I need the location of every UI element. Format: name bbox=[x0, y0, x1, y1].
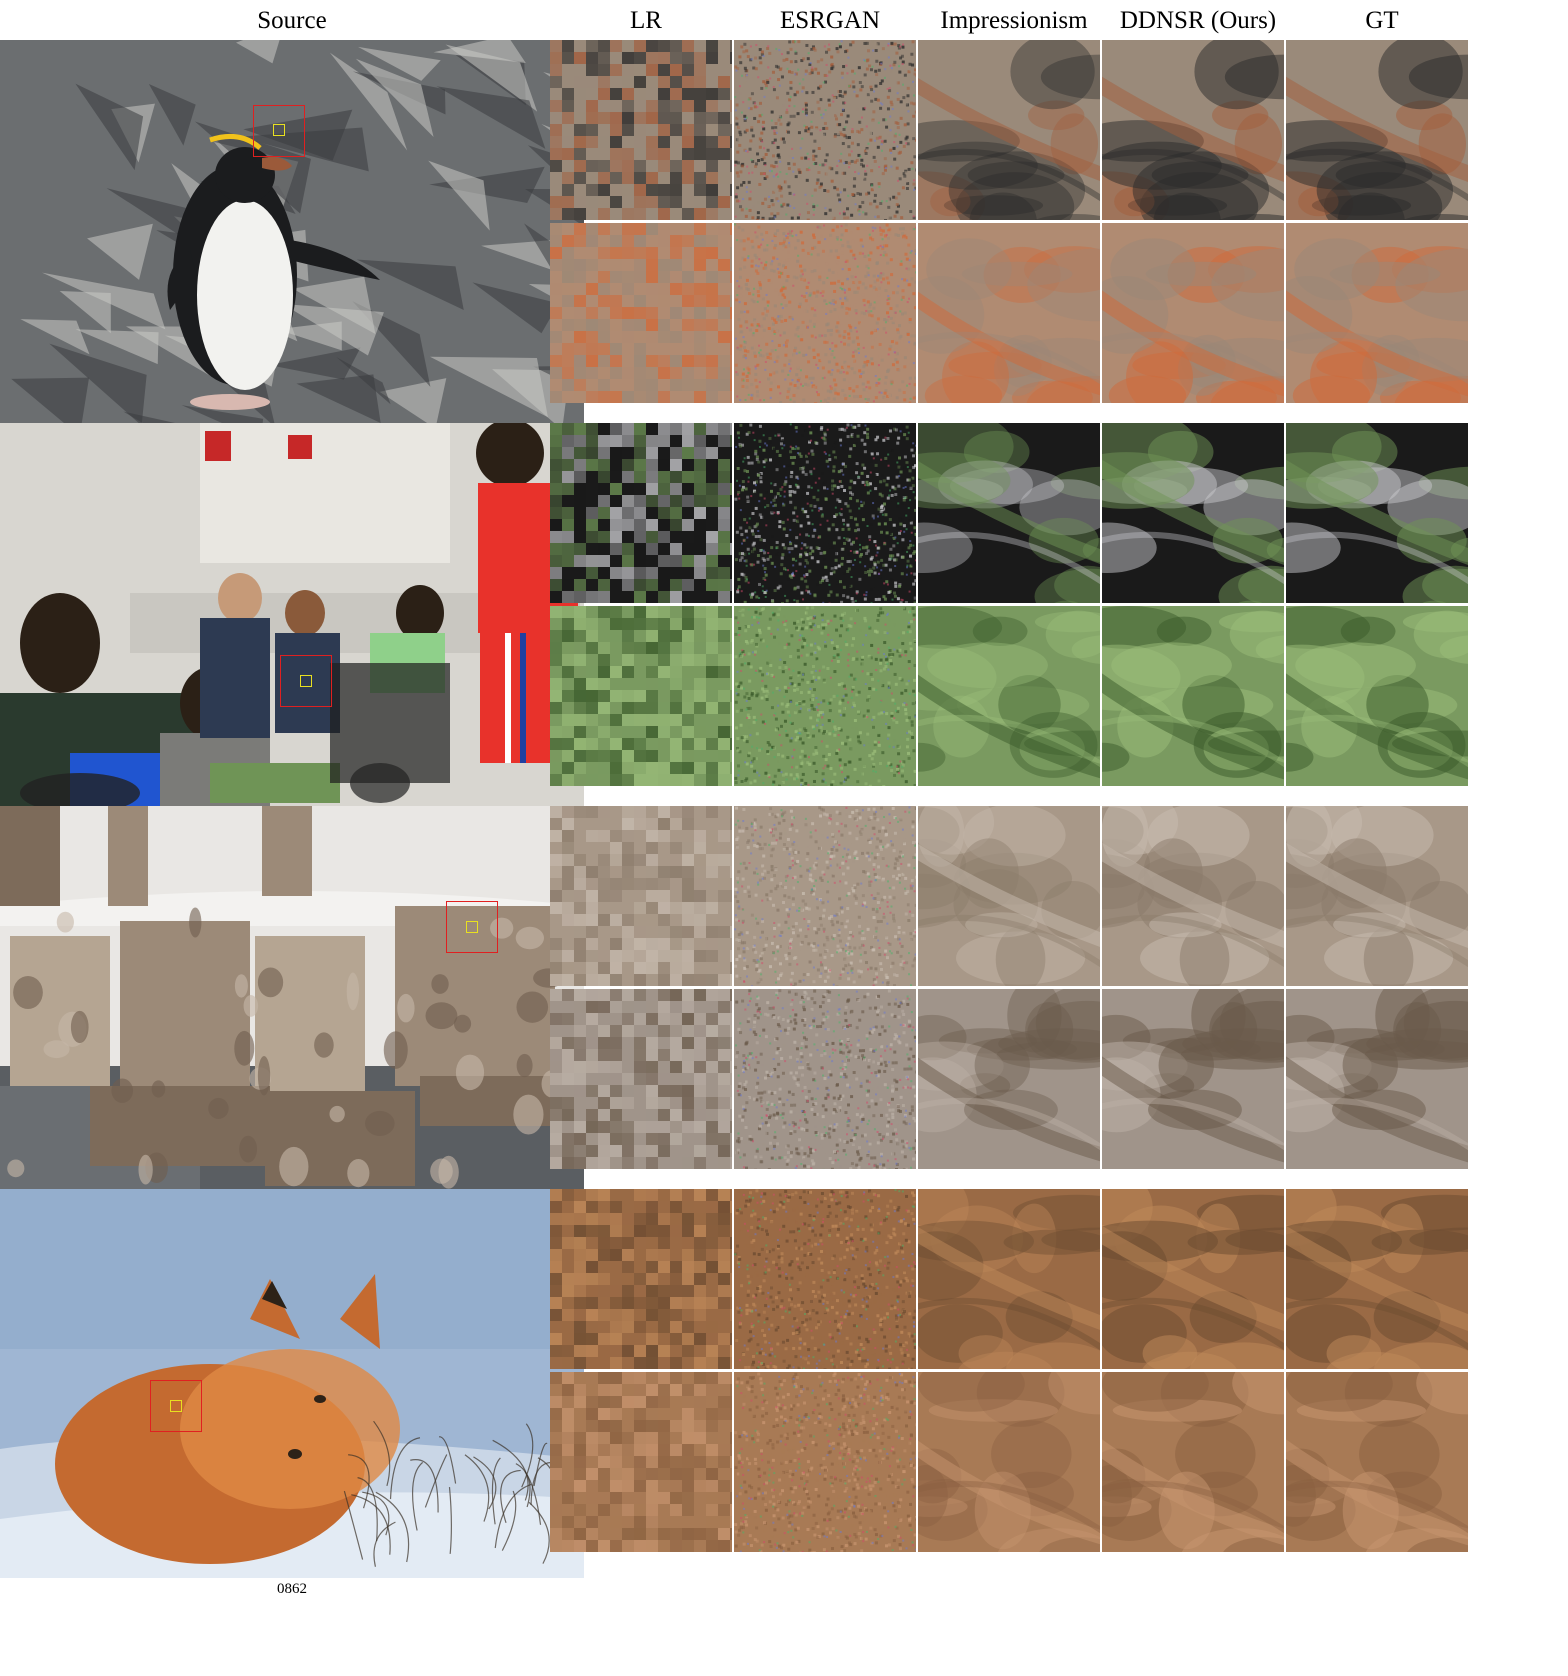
zoom-subregion-box bbox=[466, 921, 478, 933]
source-image-0862 bbox=[0, 1189, 584, 1578]
crop-0801-gt-small bbox=[1286, 223, 1468, 403]
crop-0813-ddnsr-ours-large bbox=[1102, 423, 1284, 603]
crop-0813-lr-small bbox=[550, 606, 732, 786]
crop-0813-ddnsr-ours-small bbox=[1102, 606, 1284, 786]
crop-0862-gt-large bbox=[1286, 1189, 1468, 1369]
crop-0816-esrgan-small bbox=[734, 989, 916, 1169]
image-id-caption: 0862 bbox=[277, 1581, 307, 1597]
zoom-subregion-box bbox=[170, 1400, 182, 1412]
crop-0816-gt-large bbox=[1286, 806, 1468, 986]
crop-0813-gt-small bbox=[1286, 606, 1468, 786]
crop-0813-impressionism-large bbox=[918, 423, 1100, 603]
source-image-0801 bbox=[0, 40, 584, 429]
crop-0862-lr-large bbox=[550, 1189, 732, 1369]
crop-0801-impressionism-small bbox=[918, 223, 1100, 403]
crop-0816-esrgan-large bbox=[734, 806, 916, 986]
crop-0801-esrgan-large bbox=[734, 40, 916, 220]
column-header-3: Impressionism bbox=[940, 7, 1088, 34]
crop-0816-ddnsr-ours-small bbox=[1102, 989, 1284, 1169]
crop-0862-lr-small bbox=[550, 1372, 732, 1552]
zoom-subregion-box bbox=[273, 124, 285, 136]
column-header-4: DDNSR (Ours) bbox=[1119, 7, 1277, 34]
crop-0816-gt-small bbox=[1286, 989, 1468, 1169]
crop-0816-impressionism-small bbox=[918, 989, 1100, 1169]
crop-0813-esrgan-large bbox=[734, 423, 916, 603]
crop-0816-lr-small bbox=[550, 989, 732, 1169]
column-header-5: GT bbox=[1365, 7, 1399, 34]
crop-0862-esrgan-large bbox=[734, 1189, 916, 1369]
crop-0862-ddnsr-ours-large bbox=[1102, 1189, 1284, 1369]
crop-0816-ddnsr-ours-large bbox=[1102, 806, 1284, 986]
crop-0862-impressionism-small bbox=[918, 1372, 1100, 1552]
crop-0862-impressionism-large bbox=[918, 1189, 1100, 1369]
crop-0862-ddnsr-ours-small bbox=[1102, 1372, 1284, 1552]
column-header-1: LR bbox=[630, 7, 662, 34]
crop-0813-lr-large bbox=[550, 423, 732, 603]
crop-0813-gt-large bbox=[1286, 423, 1468, 603]
crop-0816-impressionism-large bbox=[918, 806, 1100, 986]
crop-0801-impressionism-large bbox=[918, 40, 1100, 220]
crop-0813-impressionism-small bbox=[918, 606, 1100, 786]
source-image-0813 bbox=[0, 423, 584, 812]
crop-0862-esrgan-small bbox=[734, 1372, 916, 1552]
source-image-0816 bbox=[0, 806, 584, 1195]
column-header-2: ESRGAN bbox=[779, 7, 880, 34]
crop-0801-esrgan-small bbox=[734, 223, 916, 403]
crop-0801-gt-large bbox=[1286, 40, 1468, 220]
zoom-subregion-box bbox=[300, 675, 312, 687]
crop-0801-ddnsr-ours-large bbox=[1102, 40, 1284, 220]
crop-0801-lr-small bbox=[550, 223, 732, 403]
crop-0801-ddnsr-ours-small bbox=[1102, 223, 1284, 403]
crop-0813-esrgan-small bbox=[734, 606, 916, 786]
crop-0862-gt-small bbox=[1286, 1372, 1468, 1552]
crop-0801-lr-large bbox=[550, 40, 732, 220]
column-header-0: Source bbox=[257, 7, 327, 34]
crop-0816-lr-large bbox=[550, 806, 732, 986]
